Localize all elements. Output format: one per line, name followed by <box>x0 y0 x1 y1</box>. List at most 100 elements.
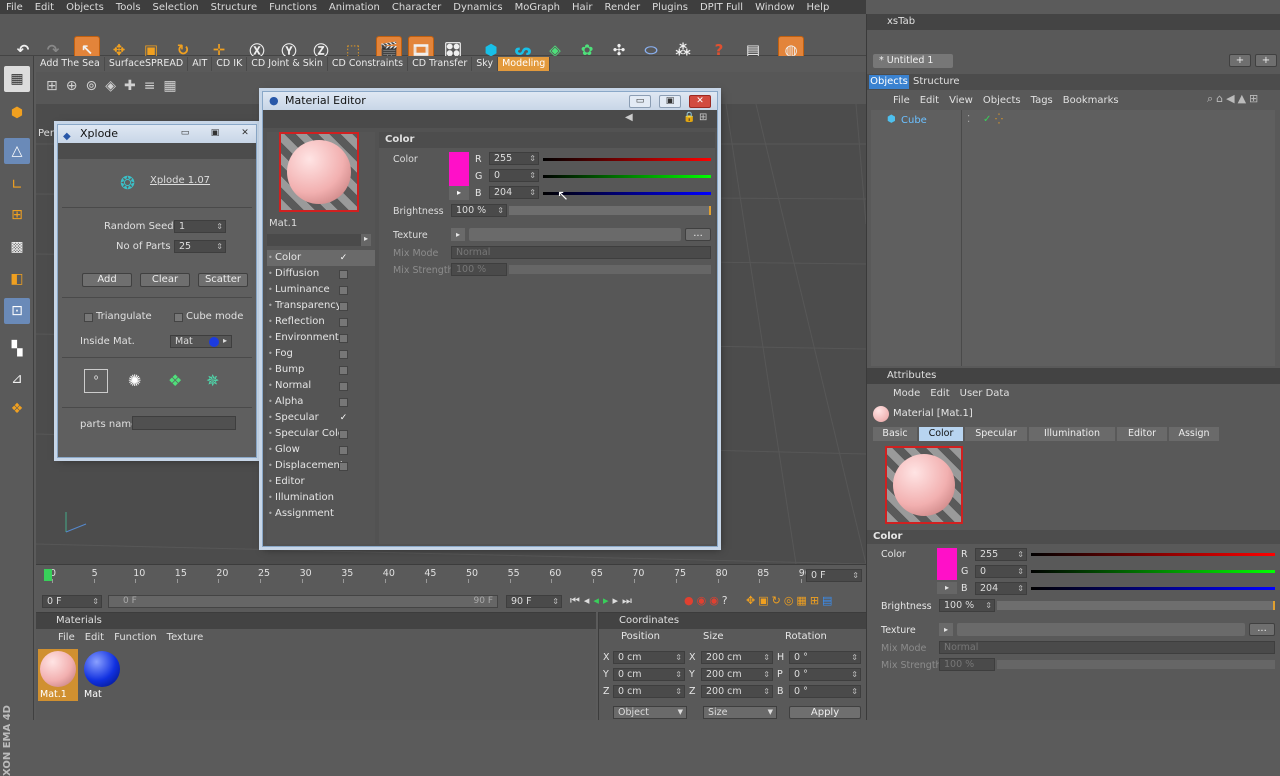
plugin-surfacespread[interactable]: SurfaceSPREAD <box>105 57 189 71</box>
plugin-cdik[interactable]: CD IK <box>212 57 248 71</box>
material-name[interactable]: Mat.1 <box>269 218 297 229</box>
menu-plugins[interactable]: Plugins <box>646 2 694 13</box>
keyframe-controls[interactable]: ✥▣↻◎▦⊞▤ <box>746 594 835 607</box>
color-swatch[interactable] <box>449 152 469 186</box>
channel-checkbox[interactable] <box>339 382 348 391</box>
texture-menu-button[interactable]: ▸ <box>939 623 953 636</box>
channel-environment[interactable]: • Environment <box>267 330 375 346</box>
plugin-sky[interactable]: Sky <box>472 57 499 71</box>
g-slider[interactable] <box>543 175 711 178</box>
menu-functions[interactable]: Functions <box>263 2 323 13</box>
material-name-field[interactable]: ▸ <box>267 234 371 246</box>
shatter-icon[interactable]: ❖ <box>168 371 182 390</box>
end-frame-field[interactable]: 90 F <box>506 595 562 608</box>
channel-glow[interactable]: • Glow <box>267 442 375 458</box>
attributes-menu-edit[interactable]: Edit <box>930 388 949 399</box>
parts-name-input[interactable] <box>132 416 236 430</box>
channel-specular[interactable]: • Specular ✓ <box>267 410 375 426</box>
clear-button[interactable]: Clear <box>140 273 190 287</box>
material-thumbnail[interactable]: Mat <box>82 649 122 701</box>
xplode-version-link[interactable]: Xplode 1.07 <box>150 175 210 186</box>
plugin-cdjointskin[interactable]: CD Joint & Skin <box>247 57 328 71</box>
texture-mode-icon[interactable]: ◧ <box>4 266 30 292</box>
size-field[interactable]: 200 cm <box>701 668 773 681</box>
channel-fog[interactable]: • Fog <box>267 346 375 362</box>
minimize-button[interactable]: ▭ <box>629 95 651 108</box>
size-field[interactable]: 200 cm <box>701 685 773 698</box>
menu-structure[interactable]: Structure <box>205 2 264 13</box>
menu-selection[interactable]: Selection <box>147 2 205 13</box>
channel-displacement[interactable]: • Displacement <box>267 458 375 474</box>
menu-window[interactable]: Window <box>749 2 800 13</box>
plugin-ait[interactable]: AIT <box>188 57 213 71</box>
menu-animation[interactable]: Animation <box>323 2 386 13</box>
attributes-brightness-slider[interactable] <box>997 601 1275 610</box>
edges-mode-icon[interactable]: ∟ <box>4 172 30 198</box>
material-thumbnail[interactable]: Mat.1 <box>38 649 78 701</box>
menu-dynamics[interactable]: Dynamics <box>447 2 508 13</box>
attributes-b-slider[interactable] <box>1031 587 1275 590</box>
add-tab-button[interactable]: + <box>1255 54 1277 67</box>
objects-menu-tags[interactable]: Tags <box>1031 95 1053 106</box>
cube-mode-checkbox[interactable] <box>174 313 183 322</box>
attributes-preview[interactable] <box>885 446 963 524</box>
attributes-menu-mode[interactable]: Mode <box>893 388 920 399</box>
attributes-r-field[interactable]: 255 <box>975 548 1027 561</box>
tab-structure[interactable]: Structure <box>913 75 960 89</box>
particle-icon[interactable]: ✺ <box>128 371 141 390</box>
r-slider[interactable] <box>543 158 711 161</box>
texture-slot[interactable] <box>469 228 681 241</box>
menu-tools[interactable]: Tools <box>110 2 147 13</box>
scatter-button[interactable]: Scatter <box>198 273 248 287</box>
mix-strength-field[interactable]: 100 % <box>451 263 507 276</box>
channel-checkbox[interactable] <box>339 366 348 375</box>
materials-menu-edit[interactable]: Edit <box>85 632 104 643</box>
start-frame-field[interactable]: 0 F <box>42 595 102 608</box>
g-field[interactable]: 0 <box>489 169 539 182</box>
channel-normal[interactable]: • Normal <box>267 378 375 394</box>
visibility-dots-icon[interactable]: ⁚ <box>967 114 970 125</box>
channel-color[interactable]: • Color ✓ <box>267 250 375 266</box>
size-mode-select[interactable]: Size ▼ <box>703 706 777 719</box>
object-mode-icon[interactable]: ⬢ <box>4 100 30 126</box>
workplane-icon[interactable]: ⊡ <box>4 298 30 324</box>
attributes-mixstrength-slider[interactable] <box>997 660 1275 669</box>
checker-icon[interactable]: ▚ <box>4 336 30 362</box>
document-tab[interactable]: * Untitled 1 <box>873 54 953 68</box>
position-field[interactable]: 0 cm <box>613 651 685 664</box>
minimize-button[interactable]: ▭ <box>174 128 196 141</box>
texture-browse-button[interactable]: ... <box>1249 623 1275 636</box>
b-field[interactable]: 204 <box>489 186 539 199</box>
channel-checkbox[interactable] <box>339 430 348 439</box>
random-seed-field[interactable]: 1 <box>174 220 226 233</box>
playback-controls[interactable]: ⏮◂◂▸▸⏭ <box>570 594 636 608</box>
texture-menu-button[interactable]: ▸ <box>451 228 465 241</box>
points-mode-icon[interactable]: △ <box>4 138 30 164</box>
xplode-drag-handle[interactable] <box>58 143 256 159</box>
current-frame-field[interactable]: 0 F <box>806 569 862 582</box>
material-preview[interactable] <box>279 132 359 212</box>
viewport-tab[interactable]: Per <box>38 128 54 139</box>
menu-dpitfull[interactable]: DPIT Full <box>694 2 749 13</box>
attributes-mixstrength-field[interactable]: 100 % <box>939 658 995 671</box>
tab-editor[interactable]: Editor <box>1117 427 1167 441</box>
triangulate-checkbox[interactable] <box>84 313 93 322</box>
position-field[interactable]: 0 cm <box>613 685 685 698</box>
channel-checkbox[interactable] <box>339 270 348 279</box>
channel-checkbox[interactable] <box>339 462 348 471</box>
attributes-brightness-field[interactable]: 100 % <box>939 599 995 612</box>
xplode-titlebar[interactable]: ◆ Xplode ▭ ▣ ✕ <box>58 125 256 143</box>
close-button[interactable]: ✕ <box>689 95 711 108</box>
texture-tag-icon[interactable]: ⁛ <box>995 114 1003 125</box>
object-manager-tools[interactable]: ⌕⌂◀▲⊞ <box>1207 92 1261 106</box>
plugin-addthesea[interactable]: Add The Sea <box>36 57 105 71</box>
sculpt-icon[interactable]: ❖ <box>4 396 30 422</box>
plugin-modeling[interactable]: Modeling <box>498 57 551 71</box>
tab-illumination[interactable]: Illumination <box>1029 427 1115 441</box>
attributes-color-swatch[interactable] <box>937 548 957 580</box>
channel-luminance[interactable]: • Luminance <box>267 282 375 298</box>
tab-basic[interactable]: Basic <box>873 427 917 441</box>
materials-menu-texture[interactable]: Texture <box>167 632 204 643</box>
channel-diffusion[interactable]: • Diffusion <box>267 266 375 282</box>
modeling-tools-icon[interactable]: ⊞⊕⊚◈✚≡▦ <box>46 78 185 94</box>
